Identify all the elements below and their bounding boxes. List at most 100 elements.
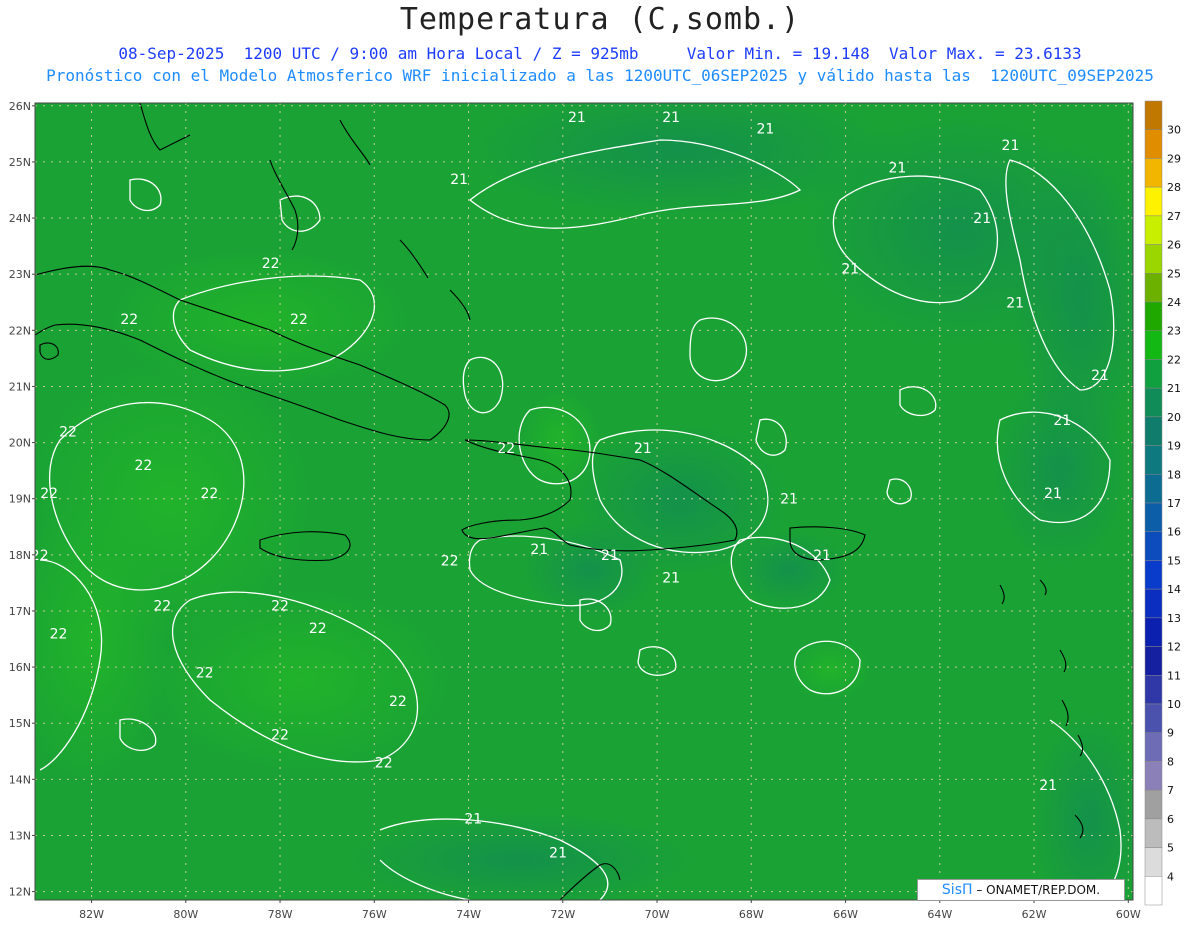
credit-text: – ONAMET/REP.DOM. [976, 883, 1101, 897]
lon-tick-label: 72W [550, 908, 575, 921]
colorbar-swatch [1144, 531, 1163, 561]
credit-badge: SisΠ – ONAMET/REP.DOM. [917, 879, 1125, 901]
lat-tick-label: 14N [9, 773, 31, 786]
contour-label: 21 [1053, 413, 1071, 429]
colorbar-label: 25 [1167, 267, 1181, 280]
colorbar-swatch [1144, 789, 1163, 820]
lat-tick-label: 12N [9, 886, 31, 899]
latitude-axis: 26N 25N 24N 23N 22N 21N 20N 19N 18N 17N 16N 15N 14N 1… [9, 100, 35, 899]
colorbar-swatch [1144, 646, 1163, 676]
colorbar-label: 20 [1167, 411, 1181, 424]
contour-label: 21 [973, 211, 991, 227]
field-layer: 21 21 21 21 21 21 21 21 21 21 21 21 21 21 21 21 21 21 21 21… [31, 103, 1133, 900]
colorbar-swatch [1144, 416, 1163, 446]
colorbar-label: 5 [1167, 842, 1174, 855]
lon-tick-label: 68W [739, 908, 764, 921]
contour-label: 22 [290, 312, 308, 328]
lon-tick-label: 60W [1116, 908, 1141, 921]
contour-label: 21 [450, 172, 468, 188]
colorbar-label: 14 [1167, 583, 1181, 596]
lat-tick-label: 23N [9, 268, 31, 281]
colorbar-label: 28 [1167, 181, 1181, 194]
colorbar-swatch [1144, 675, 1163, 705]
lat-tick-label: 17N [9, 605, 31, 618]
contour-label: 22 [262, 256, 280, 272]
colorbar-swatch [1144, 273, 1163, 303]
contour-label: 22 [271, 727, 289, 743]
colorbar-swatch [1144, 100, 1163, 130]
colorbar-swatch [1144, 474, 1163, 504]
colorbar: 30 29 28 27 26 25 24 23 22 21 20 19 18 17 16 15 14 13 12 11… [1144, 100, 1181, 906]
contour-label: 22 [40, 486, 58, 502]
colorbar-label: 16 [1167, 526, 1181, 539]
colorbar-label: 21 [1167, 382, 1181, 395]
colorbar-swatch [1144, 244, 1163, 274]
lat-tick-label: 25N [9, 156, 31, 169]
lon-tick-label: 82W [79, 908, 104, 921]
lat-tick-label: 13N [9, 829, 31, 842]
lat-tick-label: 19N [9, 493, 31, 506]
lon-tick-label: 62W [1022, 908, 1047, 921]
colorbar-label: 22 [1167, 353, 1181, 366]
colorbar-label: 7 [1167, 784, 1174, 797]
contour-label: 21 [549, 845, 567, 861]
contour-label: 22 [389, 694, 407, 710]
colorbar-label: 17 [1167, 497, 1181, 510]
colorbar-swatch [1144, 129, 1163, 159]
colorbar-swatch [1144, 215, 1163, 245]
colorbar-swatch [1144, 445, 1163, 475]
cool-region [520, 520, 660, 620]
colorbar-label: 9 [1167, 727, 1174, 740]
colorbar-label: 10 [1167, 698, 1181, 711]
contour-label: 21 [530, 542, 548, 558]
colorbar-swatch [1144, 588, 1163, 619]
colorbar-label: 30 [1167, 124, 1181, 137]
colorbar-swatch [1144, 617, 1163, 647]
contour-label: 21 [662, 570, 680, 586]
contour-label: 21 [568, 110, 586, 126]
contour-label: 22 [153, 598, 171, 614]
colorbar-swatch [1144, 330, 1163, 360]
contour-label: 21 [464, 812, 482, 828]
colorbar-swatch [1144, 186, 1163, 217]
contour-label: 21 [841, 262, 859, 278]
contour-label: 21 [634, 441, 652, 457]
colorbar-label: 15 [1167, 554, 1181, 567]
colorbar-swatch [1144, 502, 1163, 532]
contour-label: 21 [1044, 486, 1062, 502]
contour-label: 21 [888, 161, 906, 177]
colorbar-label: 18 [1167, 468, 1181, 481]
lon-tick-label: 64W [927, 908, 952, 921]
colorbar-swatch [1144, 560, 1163, 590]
colorbar-label: 13 [1167, 612, 1181, 625]
contour-label: 21 [1039, 778, 1057, 794]
colorbar-swatch [1144, 761, 1163, 791]
contour-label: 22 [441, 553, 459, 569]
lon-tick-label: 70W [645, 908, 670, 921]
lat-tick-label: 22N [9, 324, 31, 337]
contour-label: 22 [59, 424, 77, 440]
lon-tick-label: 78W [268, 908, 293, 921]
colorbar-label: 23 [1167, 325, 1181, 338]
colorbar-swatch [1144, 158, 1163, 188]
contour-label: 21 [662, 110, 680, 126]
lat-tick-label: 24N [9, 212, 31, 225]
contour-label: 22 [31, 548, 49, 564]
colorbar-swatch [1144, 876, 1163, 906]
contour-label: 22 [375, 755, 393, 771]
colorbar-swatch [1144, 818, 1163, 848]
lon-tick-label: 74W [456, 908, 481, 921]
colorbar-swatch [1144, 703, 1163, 733]
colorbar-label: 27 [1167, 210, 1181, 223]
contour-label: 21 [757, 121, 775, 137]
contour-label: 22 [120, 312, 138, 328]
contour-label: 21 [1002, 138, 1020, 154]
colorbar-label: 6 [1167, 813, 1174, 826]
contour-label: 21 [813, 548, 831, 564]
lat-tick-label: 18N [9, 549, 31, 562]
lon-tick-label: 76W [362, 908, 387, 921]
sispi-logo: SisΠ [941, 882, 973, 898]
colorbar-label: 4 [1167, 870, 1174, 883]
colorbar-label: 11 [1167, 669, 1181, 682]
lat-tick-label: 20N [9, 437, 31, 450]
